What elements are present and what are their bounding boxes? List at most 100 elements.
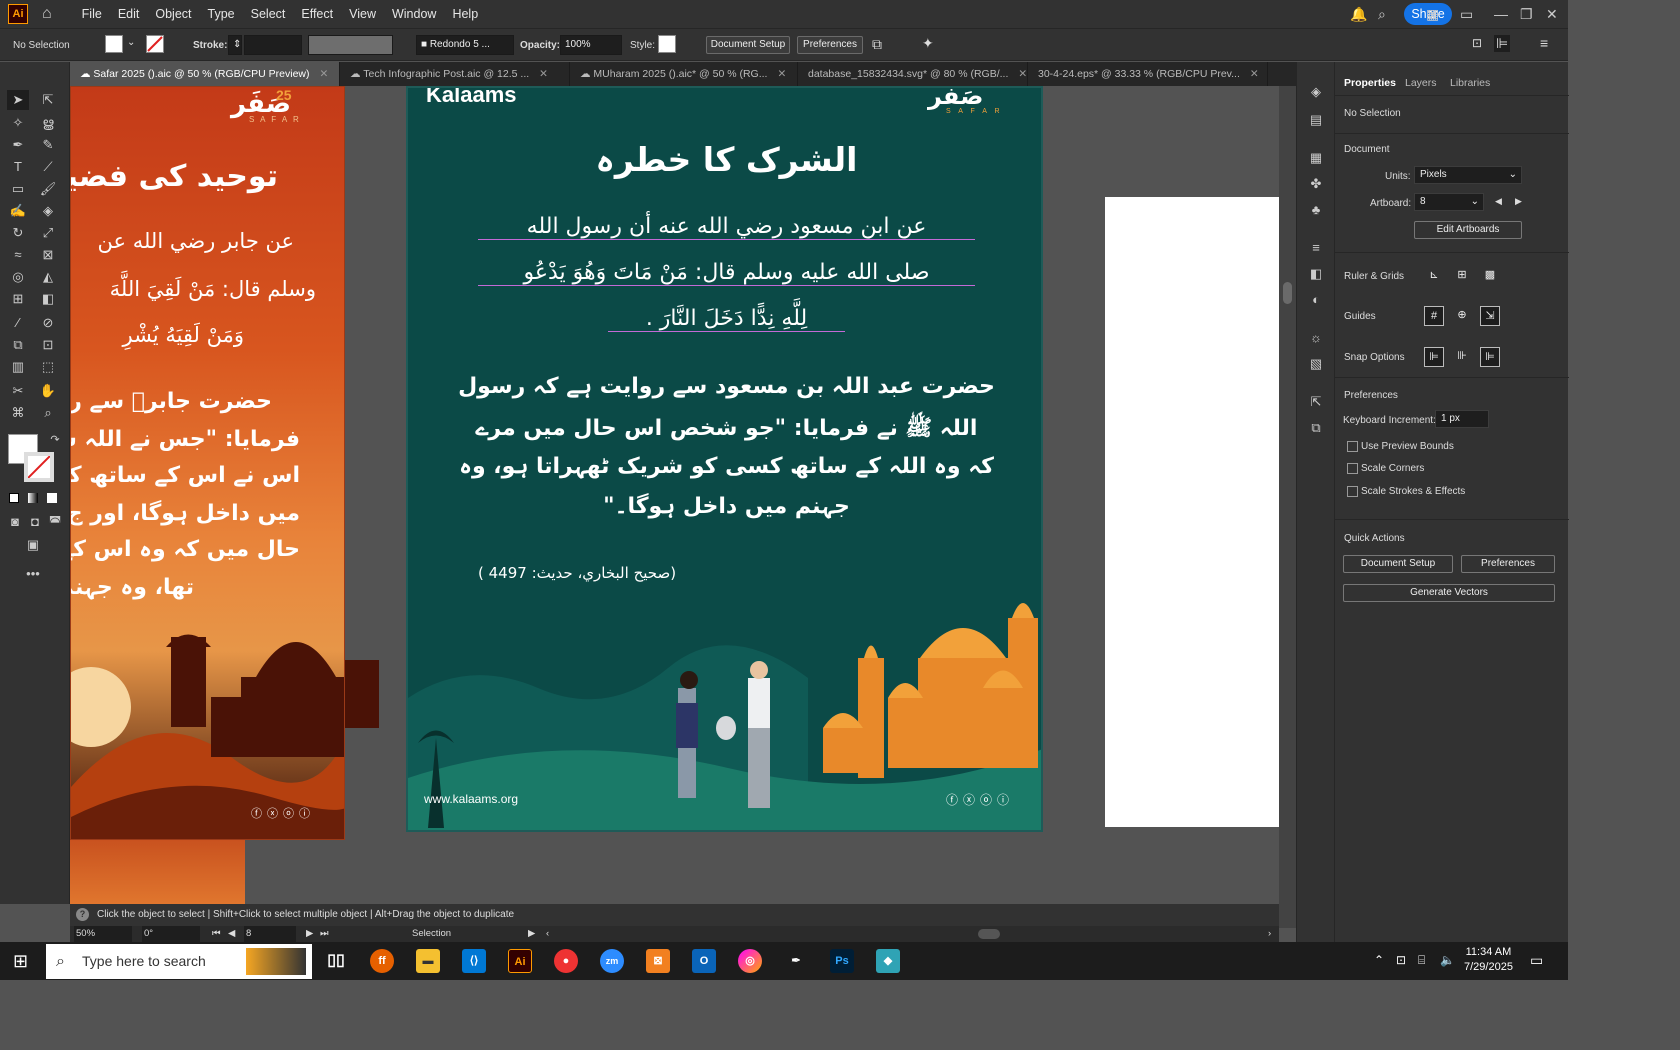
scale-tool-icon[interactable]: ⤢ xyxy=(37,223,59,243)
chrome-icon[interactable]: ● xyxy=(554,949,578,973)
first-artboard-icon[interactable]: ⏮ xyxy=(212,926,221,942)
close-window-icon[interactable]: ✕ xyxy=(1546,6,1558,23)
pen-app-icon[interactable]: ✒ xyxy=(784,949,808,973)
none-mode-icon[interactable] xyxy=(47,493,57,503)
mesh-tool-icon[interactable]: ⊞ xyxy=(7,289,29,309)
rotation-dropdown[interactable]: 0° xyxy=(142,926,200,942)
units-dropdown[interactable]: Pixels ⌄ xyxy=(1414,166,1522,184)
scale-strokes-checkbox[interactable] xyxy=(1347,486,1358,497)
font-dropdown[interactable]: ■ Redondo 5 ... xyxy=(416,35,514,55)
task-view-icon[interactable]: ▯▯ xyxy=(324,949,348,973)
restore-icon[interactable]: ❐ xyxy=(1520,6,1533,23)
scroll-right-icon[interactable]: › xyxy=(1268,926,1271,942)
menu-object[interactable]: Object xyxy=(147,7,199,21)
prev-artboard-icon[interactable]: ◀ xyxy=(1495,196,1502,207)
photoshop-icon[interactable]: Ps xyxy=(830,949,854,973)
tray-chevron-icon[interactable]: ⌃ xyxy=(1374,953,1384,967)
snap-to-point-icon[interactable]: ⊫ xyxy=(1424,347,1444,367)
tab-tech-infographic[interactable]: ☁ Tech Infographic Post.aic @ 12.5 ... ✕ xyxy=(340,62,570,86)
creative-cloud-icon[interactable]: ◎ xyxy=(738,949,762,973)
tray-app-icon[interactable]: ⊡ xyxy=(1396,953,1406,967)
edit-artboards-button[interactable]: Edit Artboards xyxy=(1414,221,1522,239)
tab-safar-2025[interactable]: ☁ Safar 2025 ().aic @ 50 % (RGB/CPU Prev… xyxy=(70,62,340,86)
smart-guides-icon[interactable]: ⇲ xyxy=(1480,306,1500,326)
search-icon[interactable]: ⌕ xyxy=(1378,6,1386,23)
snap-to-grid-icon[interactable]: ⊪ xyxy=(1452,347,1472,367)
direct-selection-tool-icon[interactable]: ⇱ xyxy=(37,90,59,110)
lock-guides-icon[interactable]: ⊕ xyxy=(1452,306,1472,326)
generate-vectors-button[interactable]: Generate Vectors xyxy=(1343,584,1555,602)
menu-help[interactable]: Help xyxy=(444,7,486,21)
graphic-styles-panel-icon[interactable]: ▧ xyxy=(1305,354,1327,374)
zoom-tool-icon[interactable]: ⌕ xyxy=(37,403,59,423)
left-artboard[interactable]: صَفَر 25 S A F A R توحید کی فضیل عن جابر… xyxy=(70,86,345,840)
recolor-icon[interactable]: ✦ xyxy=(922,35,934,52)
home-icon[interactable]: ⌂ xyxy=(42,5,52,23)
swatches-panel-icon[interactable]: ▦ xyxy=(1305,148,1327,168)
menu-edit[interactable]: Edit xyxy=(110,7,148,21)
taskbar-search-input[interactable]: ⌕ Type here to search xyxy=(46,944,312,979)
gradient-mode-icon[interactable] xyxy=(28,493,38,503)
transparency-grid-icon[interactable]: ▩ xyxy=(1480,266,1500,286)
windows-start-icon[interactable]: ⊞ xyxy=(13,951,28,972)
appearance-panel-icon[interactable]: ☼ xyxy=(1305,328,1327,348)
brushes-panel-icon[interactable]: ✤ xyxy=(1305,174,1327,194)
stroke-panel-icon[interactable]: ≡ xyxy=(1305,238,1327,258)
stroke-color-box[interactable] xyxy=(24,452,54,482)
magic-wand-tool-icon[interactable]: ✧ xyxy=(7,113,29,133)
more-tools-icon[interactable]: ••• xyxy=(22,564,44,584)
close-tab-icon[interactable]: ✕ xyxy=(1250,68,1259,80)
eraser-tool-icon[interactable]: ◈ xyxy=(37,201,59,221)
gradient-panel-icon[interactable]: ◧ xyxy=(1305,264,1327,284)
libraries-panel-icon[interactable]: ▤ xyxy=(1305,110,1327,130)
hand-tool-icon[interactable]: ✋ xyxy=(37,381,59,401)
gradient-tool-icon[interactable]: ◧ xyxy=(37,289,59,309)
measure-tool-icon[interactable]: ⊘ xyxy=(37,313,59,333)
show-guides-icon[interactable]: # xyxy=(1424,306,1444,326)
shaper-tool-icon[interactable]: ✍ xyxy=(7,201,29,221)
right-artboard[interactable] xyxy=(1105,197,1279,827)
menu-view[interactable]: View xyxy=(341,7,384,21)
zoom-icon[interactable]: zm xyxy=(600,949,624,973)
rectangle-tool-icon[interactable]: ▭ xyxy=(7,179,29,199)
illustrator-taskbar-icon[interactable]: Ai xyxy=(508,949,532,973)
bell-icon[interactable]: 🔔 xyxy=(1350,6,1367,23)
last-artboard-icon[interactable]: ⏭ xyxy=(320,926,329,942)
free-transform-tool-icon[interactable]: ⊠ xyxy=(37,245,59,265)
close-tab-icon[interactable]: ✕ xyxy=(319,68,328,80)
curvature-tool-icon[interactable]: ✎ xyxy=(37,135,59,155)
close-tab-icon[interactable]: ✕ xyxy=(777,68,786,80)
grid-icon[interactable]: ⊞ xyxy=(1452,266,1472,286)
draw-inside-icon[interactable]: ◚ xyxy=(44,512,66,532)
print-tiling-tool-icon[interactable]: ⌘ xyxy=(7,403,29,423)
export-panel-icon[interactable]: ⇱ xyxy=(1305,392,1327,412)
artboards-panel-icon[interactable]: ⧉ xyxy=(1305,418,1327,438)
keyboard-increment-field[interactable]: 1 px xyxy=(1435,410,1489,428)
align-icon[interactable]: ⧉ xyxy=(872,36,882,53)
selection-tool-icon[interactable]: ➤ xyxy=(7,90,29,110)
main-artboard[interactable]: Kalaams صَفَر S A F A R الشرک کا خطرہ عن… xyxy=(406,86,1043,832)
close-tab-icon[interactable]: ✕ xyxy=(539,68,548,80)
tab-muharam-2025[interactable]: ☁ MUharam 2025 ().aic* @ 50 % (RG... ✕ xyxy=(570,62,798,86)
tab-libraries[interactable]: Libraries xyxy=(1450,77,1490,89)
zoom-dropdown[interactable]: 50% xyxy=(74,926,132,942)
stroke-swatch[interactable] xyxy=(146,35,164,53)
xampp-icon[interactable]: ⊠ xyxy=(646,949,670,973)
arrange-docs-icon[interactable]: ⊡ xyxy=(1472,36,1482,50)
properties-panel-icon[interactable]: ◈ xyxy=(1305,82,1327,102)
paintbrush-tool-icon[interactable]: 🖌 xyxy=(37,179,59,199)
close-tab-icon[interactable]: ✕ xyxy=(1018,68,1027,80)
symbols-panel-icon[interactable]: ♣ xyxy=(1305,200,1327,220)
file-explorer-icon[interactable]: ▬ xyxy=(416,949,440,973)
scale-corners-checkbox[interactable] xyxy=(1347,463,1358,474)
stroke-stepper[interactable]: ⇕ xyxy=(228,35,242,55)
firefox-icon[interactable]: ff xyxy=(370,949,394,973)
graph-tool-icon[interactable]: ▥ xyxy=(7,357,29,377)
use-preview-bounds-checkbox[interactable] xyxy=(1347,441,1358,452)
slice-tool-icon[interactable]: ✂ xyxy=(7,381,29,401)
shape-builder-tool-icon[interactable]: ◎ xyxy=(7,267,29,287)
artboard-nav-field[interactable]: 8 xyxy=(244,926,296,942)
screen-mode-icon[interactable]: ▣ xyxy=(22,535,44,555)
symbol-sprayer-tool-icon[interactable]: ⊡ xyxy=(37,335,59,355)
prev-artboard-icon[interactable]: ◀ xyxy=(228,926,235,942)
